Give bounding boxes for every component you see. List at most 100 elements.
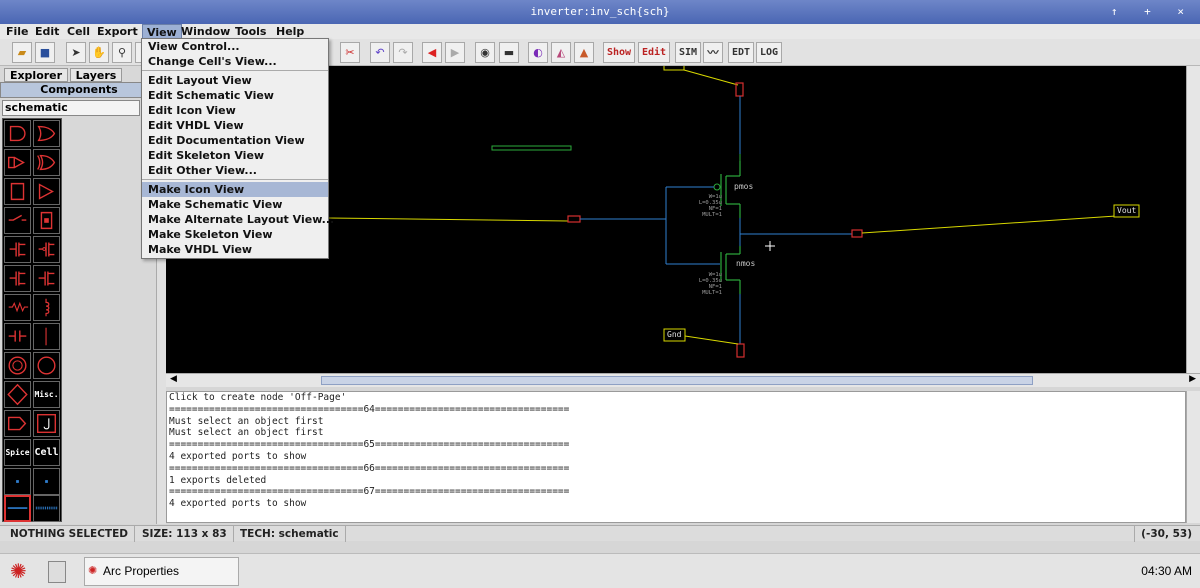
gnd-export-label[interactable]: Gnd — [667, 330, 681, 339]
save-button[interactable]: ■ — [35, 42, 55, 63]
menu-export[interactable]: Export — [93, 24, 142, 39]
canvas-vertical-scrollbar[interactable] — [1186, 66, 1200, 373]
palette-pnp-transistor[interactable] — [33, 265, 60, 292]
show-button[interactable]: Show — [603, 42, 636, 63]
palette-wire-arc[interactable] — [4, 495, 31, 522]
window-controls[interactable]: ↑ + × — [1111, 0, 1194, 24]
palette-global[interactable] — [33, 410, 60, 437]
tab-components[interactable]: Components — [0, 82, 158, 98]
palette-diamond[interactable] — [4, 381, 31, 408]
menu-edit[interactable]: Edit — [31, 24, 63, 39]
menu-file[interactable]: File — [2, 24, 33, 39]
menu-cell[interactable]: Cell — [63, 24, 94, 39]
palette-misc[interactable]: Misc. — [33, 381, 60, 408]
messages-scrollbar[interactable] — [1186, 391, 1200, 523]
scroll-left-arrow-icon[interactable]: ◀ — [170, 374, 177, 384]
arc-icon: ◐ — [533, 46, 543, 59]
show-desktop-icon[interactable] — [48, 561, 66, 583]
menu-item-edit-documentation-view[interactable]: Edit Documentation View — [142, 133, 328, 148]
vout-export-label[interactable]: Vout — [1117, 206, 1136, 215]
menu-item-edit-schematic-view[interactable]: Edit Schematic View — [142, 88, 328, 103]
message-line: Must select an object first — [169, 427, 324, 439]
taskbar-item-arc-properties[interactable]: ✺ Arc Properties — [84, 557, 239, 586]
menu-item-edit-vhdl-view[interactable]: Edit VHDL View — [142, 118, 328, 133]
arc-angle-button[interactable]: ◭ — [551, 42, 571, 63]
menu-view[interactable]: View — [142, 24, 182, 39]
unexpand-button[interactable]: ▬ — [499, 42, 519, 63]
menu-item-edit-layout-view[interactable]: Edit Layout View — [142, 73, 328, 88]
palette-switch[interactable] — [4, 207, 31, 234]
palette-source[interactable] — [4, 352, 31, 379]
view-select[interactable]: schematic — [2, 100, 140, 116]
edt-button[interactable]: EDT — [728, 42, 755, 63]
size-status: SIZE: 113 x 83 — [136, 526, 234, 542]
arc-tool-button[interactable]: ◐ — [528, 42, 548, 63]
pan-tool-button[interactable]: ✋ — [89, 42, 109, 63]
menu-item-make-alternate-layout-view[interactable]: Make Alternate Layout View... — [142, 212, 334, 227]
redo-button[interactable]: ↷ — [393, 42, 413, 63]
palette-npn-transistor[interactable] — [4, 265, 31, 292]
sim-button[interactable]: SIM — [675, 42, 702, 63]
menu-item-make-vhdl-view[interactable]: Make VHDL View — [142, 242, 328, 257]
cut-button[interactable]: ✂ — [340, 42, 360, 63]
log-button[interactable]: LOG — [756, 42, 783, 63]
palette-cell[interactable]: Cell — [33, 439, 60, 466]
message-line: 4 exported ports to show — [169, 498, 307, 510]
menu-item-edit-other-view[interactable]: Edit Other View... — [142, 163, 328, 178]
palette-flip-flop[interactable] — [4, 178, 31, 205]
arc-properties-icon: ✺ — [88, 565, 98, 577]
waveform-button[interactable]: 〰 — [703, 42, 723, 63]
arc-layer-button[interactable]: ▲ — [574, 42, 594, 63]
palette-capacitor[interactable] — [4, 323, 31, 350]
status-bar: NOTHING SELECTED SIZE: 113 x 83 TECH: sc… — [0, 525, 1200, 542]
window-title-bar: inverter:inv_sch{sch} ↑ + × — [0, 0, 1200, 24]
palette-spice[interactable]: Spice — [4, 439, 31, 466]
menu-help[interactable]: Help — [272, 24, 308, 39]
canvas-horizontal-scrollbar[interactable]: ◀ ▶ — [166, 373, 1200, 387]
palette-inductor[interactable] — [33, 294, 60, 321]
edit-button[interactable]: Edit — [638, 42, 671, 63]
menu-item-edit-skeleton-view[interactable]: Edit Skeleton View — [142, 148, 328, 163]
back-button[interactable]: ◀ — [422, 42, 442, 63]
palette-diode[interactable] — [33, 323, 60, 350]
undo-button[interactable]: ↶ — [370, 42, 390, 63]
open-library-button[interactable]: ▰ — [12, 42, 32, 63]
palette-node[interactable] — [33, 468, 60, 495]
angle-icon: ◭ — [556, 46, 566, 59]
scroll-right-arrow-icon[interactable]: ▶ — [1189, 374, 1196, 384]
tab-layers[interactable]: Layers — [70, 68, 122, 82]
tech-status: TECH: schematic — [234, 526, 346, 542]
eye-icon: ◉ — [480, 46, 490, 59]
palette-xor-gate[interactable] — [33, 149, 60, 176]
app-launcher-icon[interactable]: ✺ — [10, 559, 27, 583]
menu-item-make-skeleton-view[interactable]: Make Skeleton View — [142, 227, 328, 242]
palette-nmos-transistor[interactable] — [4, 236, 31, 263]
menu-item-view-control[interactable]: View Control... — [142, 39, 328, 54]
taskbar: ✺ ✺ Arc Properties 04:30 AM — [0, 553, 1200, 588]
horizontal-scroll-thumb[interactable] — [321, 376, 1033, 385]
menu-tools[interactable]: Tools — [231, 24, 270, 39]
palette-mux[interactable] — [33, 207, 60, 234]
palette-pmos-transistor[interactable] — [33, 236, 60, 263]
palette-or-gate[interactable] — [33, 120, 60, 147]
messages-panel: Click to create node 'Off-Page' ========… — [166, 391, 1186, 523]
tab-explorer[interactable]: Explorer — [4, 68, 68, 82]
palette-buffer[interactable] — [4, 149, 31, 176]
forward-button[interactable]: ▶ — [445, 42, 465, 63]
expand-button[interactable]: ◉ — [475, 42, 495, 63]
palette-offpage[interactable] — [4, 410, 31, 437]
palette-pin[interactable] — [4, 468, 31, 495]
palette-inverter[interactable] — [33, 178, 60, 205]
menu-item-make-schematic-view[interactable]: Make Schematic View — [142, 197, 328, 212]
menu-item-edit-icon-view[interactable]: Edit Icon View — [142, 103, 328, 118]
palette-and-gate[interactable] — [4, 120, 31, 147]
menu-item-make-icon-view[interactable]: Make Icon View — [142, 182, 328, 197]
select-tool-button[interactable]: ➤ — [66, 42, 86, 63]
palette-bus-arc[interactable] — [33, 495, 60, 522]
palette-resistor[interactable] — [4, 294, 31, 321]
menu-item-change-cells-view[interactable]: Change Cell's View... — [142, 54, 328, 69]
zoom-tool-button[interactable]: ⚲ — [112, 42, 132, 63]
menu-window[interactable]: Window — [177, 24, 234, 39]
palette-meter[interactable] — [33, 352, 60, 379]
arrow-cursor-icon: ➤ — [71, 46, 81, 59]
